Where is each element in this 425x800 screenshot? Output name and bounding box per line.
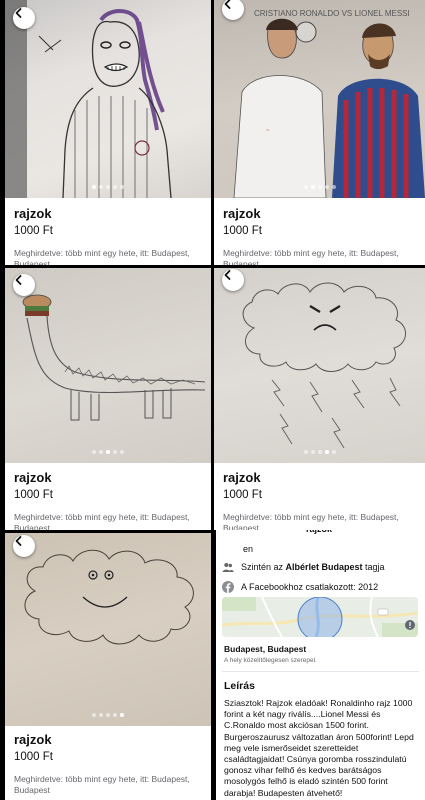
drawing-footballers: CRISTIANO RONALDO VS LIONEL MESSI ~ <box>233 9 425 198</box>
listing-price: 1000 Ft <box>14 751 53 763</box>
group-membership-row[interactable]: Szintén az Albérlet Budapest tagja <box>216 561 385 573</box>
listing-meta: Meghirdetve: több mint egy hete, itt: Bu… <box>14 512 190 530</box>
back-button[interactable] <box>13 7 35 29</box>
listing-price: 1000 Ft <box>223 489 262 501</box>
drawing-girl <box>5 0 172 198</box>
listing-photo-4[interactable] <box>214 268 425 463</box>
joined-text: A Facebookhoz csatlakozott: 2012 <box>241 582 379 592</box>
group-prefix: Szintén az <box>241 562 286 572</box>
back-arrow-icon <box>15 8 22 18</box>
location-map[interactable] <box>222 597 418 637</box>
back-arrow-icon <box>15 536 22 546</box>
listing-card-4[interactable]: rajzok 1000 Ft Meghirdetve: több mint eg… <box>214 268 425 530</box>
svg-text:~: ~ <box>266 128 270 134</box>
photo-dots <box>5 450 211 454</box>
listing-title: rajzok <box>14 206 52 221</box>
seller-lang: en <box>243 544 254 554</box>
group-name[interactable]: Albérlet Budapest <box>286 562 363 572</box>
listing-meta: Meghirdetve: több mint egy hete, itt: Bu… <box>223 248 399 265</box>
facebook-icon <box>222 581 234 593</box>
group-suffix: tagja <box>362 562 385 572</box>
back-button[interactable] <box>13 535 35 557</box>
people-icon <box>222 563 234 572</box>
photo-dots <box>214 185 425 189</box>
drawing-burgerosaurus <box>22 294 206 421</box>
back-arrow-icon <box>224 0 231 9</box>
back-button[interactable] <box>13 274 35 296</box>
description-text: Sziasztok! Rajzok eladóak! Ronaldinho ra… <box>224 698 414 798</box>
back-arrow-icon <box>224 270 231 280</box>
listing-card-1[interactable]: rajzok 1000 Ft Meghirdetve: több mint eg… <box>5 0 211 265</box>
listing-meta: Meghirdetve: több mint egy hete, itt: Bu… <box>14 774 190 795</box>
listing-photo-3[interactable] <box>5 268 211 463</box>
listing-photo-2[interactable]: CRISTIANO RONALDO VS LIONEL MESSI ~ <box>214 0 425 198</box>
photo-dots <box>214 450 425 454</box>
back-arrow-icon <box>15 275 22 285</box>
listing-price: 1000 Ft <box>14 489 53 501</box>
photo-dots <box>5 185 211 189</box>
listing-card-2[interactable]: CRISTIANO RONALDO VS LIONEL MESSI ~ rajz… <box>214 0 425 265</box>
listing-photo-5[interactable] <box>5 533 211 726</box>
back-button[interactable] <box>222 269 244 291</box>
listing-price: 1000 Ft <box>14 225 53 237</box>
listing-title: rajzok <box>223 470 261 485</box>
listing-title: rajzok <box>14 732 52 747</box>
listing-card-5[interactable]: rajzok 1000 Ft Meghirdetve: több mint eg… <box>5 533 211 800</box>
listing-price: 1000 Ft <box>223 225 262 237</box>
listing-meta: Meghirdetve: több mint egy hete, itt: Bu… <box>223 512 399 530</box>
seller-name[interactable]: rajzok <box>306 530 332 534</box>
photo-dots <box>5 713 211 717</box>
listing-title: rajzok <box>14 470 52 485</box>
listing-meta: Meghirdetve: több mint egy hete, itt: Bu… <box>14 248 190 265</box>
description-heading: Leírás <box>224 680 255 692</box>
section-divider <box>222 671 419 672</box>
joined-row: A Facebookhoz csatlakozott: 2012 <box>216 581 378 593</box>
listing-detail-panel: rajzok en Szintén az Albérlet Budapest t… <box>216 530 425 800</box>
drawing-caption: CRISTIANO RONALDO VS LIONEL MESSI <box>254 9 410 18</box>
drawing-smiling-cloud <box>24 549 194 645</box>
location-name: Budapest, Budapest <box>224 644 307 654</box>
listing-card-3[interactable]: rajzok 1000 Ft Meghirdetve: több mint eg… <box>5 268 211 530</box>
listing-title: rajzok <box>223 206 261 221</box>
listing-photo-1[interactable] <box>5 0 211 198</box>
drawing-storm-cloud <box>242 282 406 449</box>
location-note: A hely közelítőlegesen szerepel. <box>224 657 317 664</box>
